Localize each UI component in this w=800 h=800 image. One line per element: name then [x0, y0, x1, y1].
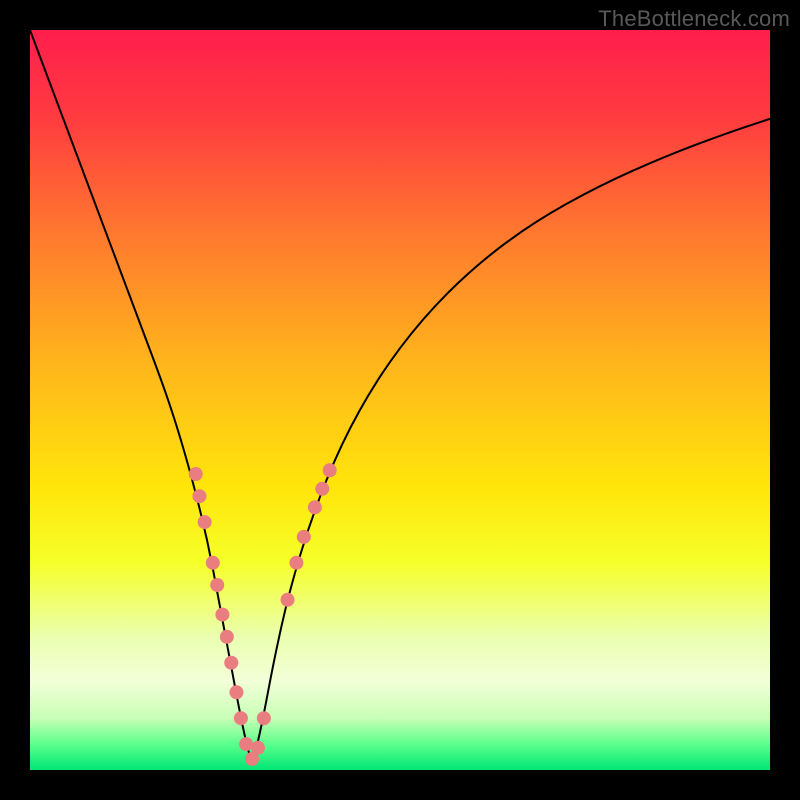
highlight-dot: [198, 515, 212, 529]
highlight-dot: [229, 685, 243, 699]
highlight-dot: [192, 489, 206, 503]
bottleneck-chart: [30, 30, 770, 770]
highlight-dot: [323, 463, 337, 477]
highlight-dot: [210, 578, 224, 592]
chart-frame: TheBottleneck.com: [0, 0, 800, 800]
highlight-dot: [215, 608, 229, 622]
highlight-dot: [315, 482, 329, 496]
highlight-dot: [189, 467, 203, 481]
highlight-dot: [257, 711, 271, 725]
highlight-dot: [234, 711, 248, 725]
gradient-background: [30, 30, 770, 770]
highlight-dot: [281, 593, 295, 607]
highlight-dot: [239, 737, 253, 751]
highlight-dot: [297, 530, 311, 544]
highlight-dot: [220, 630, 234, 644]
watermark-text: TheBottleneck.com: [598, 6, 790, 32]
highlight-dot: [251, 741, 265, 755]
highlight-dot: [206, 556, 220, 570]
highlight-dot: [289, 556, 303, 570]
highlight-dot: [224, 656, 238, 670]
highlight-dot: [308, 500, 322, 514]
plot-area: [30, 30, 770, 770]
